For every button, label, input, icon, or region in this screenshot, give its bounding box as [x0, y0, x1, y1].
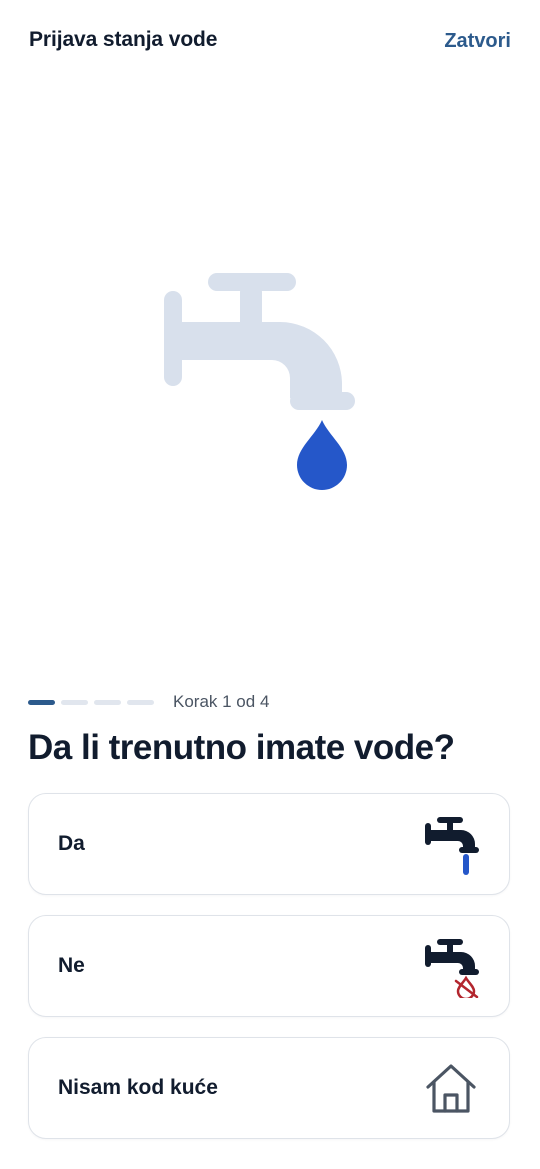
- progress-segment-4: [127, 700, 154, 705]
- option-not-home[interactable]: Nisam kod kuće: [28, 1037, 510, 1139]
- option-label: Nisam kod kuće: [58, 1076, 218, 1099]
- progress-segment-1: [28, 700, 55, 705]
- option-label: Ne: [58, 954, 85, 977]
- page-title: Prijava stanja vode: [29, 28, 218, 51]
- faucet-drop-icon: [164, 273, 355, 490]
- option-yes[interactable]: Da: [28, 793, 510, 895]
- option-label: Da: [58, 832, 85, 855]
- header: Prijava stanja vode Zatvori: [0, 0, 540, 86]
- progress-segment-3: [94, 700, 121, 705]
- progress-indicator: Korak 1 od 4: [28, 690, 508, 716]
- faucet-no-water-icon: [425, 939, 479, 998]
- question-heading: Da li trenutno imate vode?: [28, 728, 455, 767]
- option-no[interactable]: Ne: [28, 915, 510, 1017]
- step-counter: Korak 1 od 4: [173, 692, 270, 711]
- close-button[interactable]: Zatvori: [444, 30, 511, 53]
- house-icon: [426, 1064, 476, 1113]
- progress-segment-2: [61, 700, 88, 705]
- water-drop: [297, 420, 347, 490]
- faucet-running-icon: [425, 817, 479, 875]
